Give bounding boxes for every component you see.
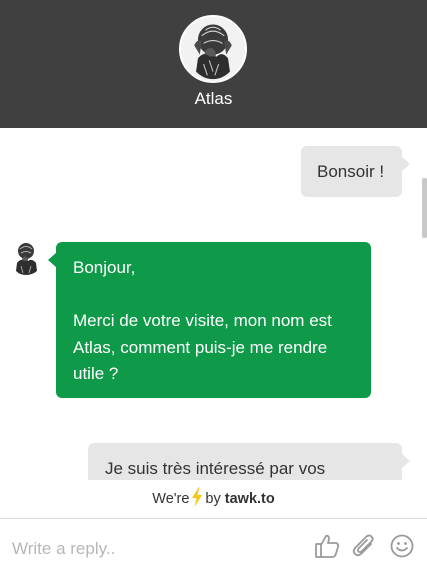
- message-line: Atlas, comment puis-je me rendre: [73, 337, 328, 357]
- visitor-message: Je suis très intéressé par vos: [88, 443, 410, 480]
- atlas-statue-icon: [16, 243, 37, 275]
- paperclip-icon[interactable]: [351, 533, 377, 559]
- reply-input[interactable]: [12, 535, 292, 563]
- smiley-icon[interactable]: [389, 533, 415, 559]
- atlas-statue-icon: [181, 17, 245, 81]
- composer: [0, 518, 427, 577]
- brand-name: tawk.to: [224, 491, 275, 507]
- agent-avatar-small: [12, 241, 41, 275]
- agent-name: Atlas: [194, 89, 233, 108]
- branding-prefix: We're: [152, 491, 190, 507]
- chat-header: Atlas: [0, 0, 427, 128]
- scrollbar-thumb[interactable]: [422, 178, 427, 238]
- thumbs-up-icon[interactable]: [314, 533, 340, 559]
- agent-message: Bonjour, Merci de votre visite, mon nom …: [48, 242, 371, 398]
- agent-avatar-large: [179, 15, 247, 83]
- message-line: Bonsoir !: [317, 162, 385, 181]
- message-line: Merci de votre visite, mon nom est: [73, 311, 332, 330]
- branding-by: by: [205, 491, 221, 507]
- powered-by-branding[interactable]: We're by tawk.to: [0, 480, 427, 518]
- message-list[interactable]: Bonsoir ! Bonjour, Merci de votre visite…: [0, 128, 427, 480]
- lightning-bolt-icon: [192, 487, 203, 507]
- chat-widget: Atlas Bonsoir ! Bonjour, Merci de votre …: [0, 0, 427, 577]
- message-line: utile ?: [73, 364, 119, 383]
- visitor-message: Bonsoir !: [301, 146, 410, 197]
- message-line: Je suis très intéressé par vos: [105, 459, 326, 478]
- message-line: Bonjour,: [73, 258, 136, 277]
